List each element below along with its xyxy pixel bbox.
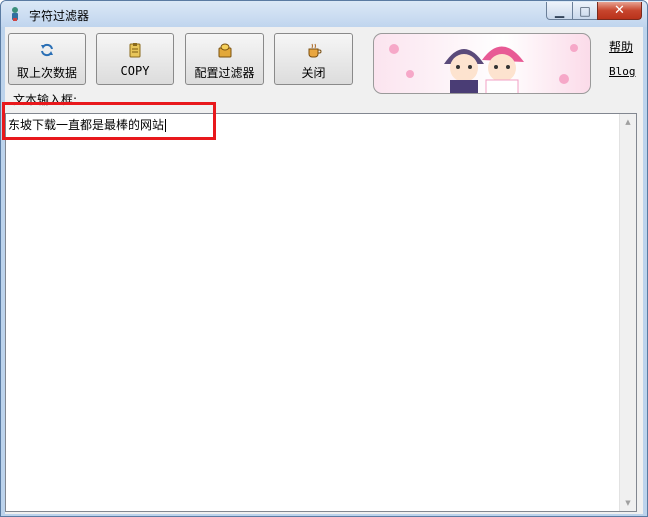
coffee-cup-icon — [308, 43, 321, 58]
close-window-button[interactable]: ✕ — [597, 2, 642, 20]
close-button[interactable]: 关闭 — [274, 33, 353, 85]
text-input-area[interactable]: 东坡下载一直都是最棒的网站 ▲ ▼ — [5, 113, 637, 512]
title-bar[interactable]: 字符过滤器 ▁ □ ✕ — [1, 1, 647, 27]
maximize-icon: □ — [579, 3, 591, 18]
configure-filter-label: 配置过滤器 — [194, 66, 255, 80]
coin-box-icon — [218, 43, 231, 58]
wedding-couple-cartoon — [389, 44, 578, 93]
minimize-button[interactable]: ▁ — [546, 2, 573, 20]
reload-arrow-icon — [41, 43, 53, 57]
load-last-data-label: 取上次数据 — [16, 66, 77, 80]
close-label: 关闭 — [301, 66, 326, 80]
blog-link[interactable]: Blog — [609, 65, 636, 78]
window-title: 字符过滤器 — [29, 9, 90, 23]
scroll-down-icon[interactable]: ▼ — [620, 495, 636, 511]
copy-label: COPY — [120, 64, 150, 78]
minimize-icon: ▁ — [554, 3, 565, 18]
load-last-data-button[interactable]: 取上次数据 — [8, 33, 86, 85]
vertical-scrollbar[interactable]: ▲ ▼ — [619, 114, 636, 511]
app-window: 字符过滤器 ▁ □ ✕ 取上次数据 COPY 配置过滤器 关闭 帮助 Blog … — [0, 0, 648, 517]
configure-filter-button[interactable]: 配置过滤器 — [185, 33, 264, 85]
copy-button[interactable]: COPY — [96, 33, 174, 85]
maximize-button[interactable]: □ — [572, 2, 598, 20]
highlight-box — [2, 102, 216, 140]
clipboard-icon — [129, 43, 141, 58]
help-link[interactable]: 帮助 — [609, 38, 633, 55]
close-icon: ✕ — [614, 3, 625, 18]
filter-tool-icon — [12, 7, 18, 21]
client-area: 取上次数据 COPY 配置过滤器 关闭 帮助 Blog 文本输入框: 东坡下载一… — [5, 27, 643, 514]
banner-image — [373, 33, 591, 94]
scroll-up-icon[interactable]: ▲ — [620, 114, 636, 130]
